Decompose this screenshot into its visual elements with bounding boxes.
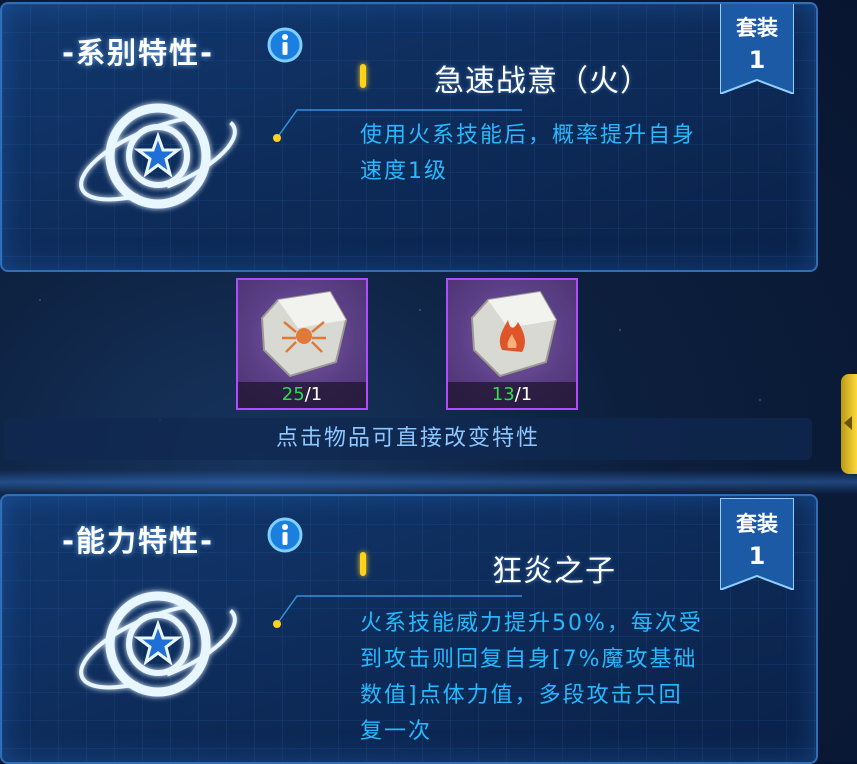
set-tag: 套装 1 [720, 498, 794, 590]
series-trait-description: 使用火系技能后，概率提升自身 速度1级 [360, 118, 696, 190]
set-tag-number: 1 [748, 542, 766, 570]
ability-trait-title: -能力特性- [62, 524, 215, 558]
item-count: 13/1 [448, 382, 576, 408]
info-icon[interactable] [266, 26, 304, 64]
item-have-count: 13 [491, 384, 515, 405]
description-line: 火系技能威力提升50%，每次受 [360, 611, 703, 636]
flame-rune-stone-icon [470, 290, 558, 378]
item-count: 25/1 [238, 382, 366, 408]
ability-trait-name: 狂炎之子 [492, 554, 616, 589]
info-icon[interactable] [266, 516, 304, 554]
trait-marker [360, 64, 366, 88]
side-drawer-handle[interactable] [841, 374, 857, 474]
trait-items-row: 25/1 13/1 点击物品可直接改变特性 [0, 270, 857, 470]
item-slot-spider-stone[interactable]: 25/1 [236, 278, 368, 410]
spider-rune-stone-icon [260, 290, 348, 378]
set-tag-label: 套装 [736, 512, 778, 536]
item-need-count: /1 [514, 384, 533, 405]
item-have-count: 25 [281, 384, 305, 405]
description-line: 到攻击则回复自身[7%魔攻基础 [360, 647, 698, 672]
star-orbit-emblem-icon [79, 591, 237, 697]
set-tag-label: 套装 [736, 16, 778, 40]
description-line: 使用火系技能后，概率提升自身 [360, 123, 697, 148]
star-orbit-emblem-icon [79, 103, 237, 209]
trait-marker [360, 552, 366, 576]
ability-trait-description: 火系技能威力提升50%，每次受 到攻击则回复自身[7%魔攻基础 数值]点体力值，… [360, 606, 703, 750]
set-tag: 套装 1 [720, 4, 794, 94]
series-trait-panel: -系别特性- 套装 1 急速战意（火） 使用火系技能后，概率提升自身 速度1级 [0, 2, 818, 272]
ability-trait-panel: -能力特性- 套装 1 狂炎之子 火系技能威力提升50%，每次受 到攻击则回复自… [0, 494, 818, 764]
item-need-count: /1 [304, 384, 323, 405]
item-slot-flame-stone[interactable]: 13/1 [446, 278, 578, 410]
series-trait-title: -系别特性- [62, 36, 215, 70]
panel-divider [0, 470, 857, 494]
description-line: 数值]点体力值，多段攻击只回 [360, 683, 683, 708]
set-tag-number: 1 [748, 46, 766, 74]
description-line: 复一次 [360, 719, 433, 744]
series-trait-name: 急速战意（火） [434, 64, 651, 99]
arrow-left-icon [844, 416, 852, 430]
hint-text: 点击物品可直接改变特性 [4, 418, 812, 460]
description-line: 速度1级 [360, 159, 448, 184]
